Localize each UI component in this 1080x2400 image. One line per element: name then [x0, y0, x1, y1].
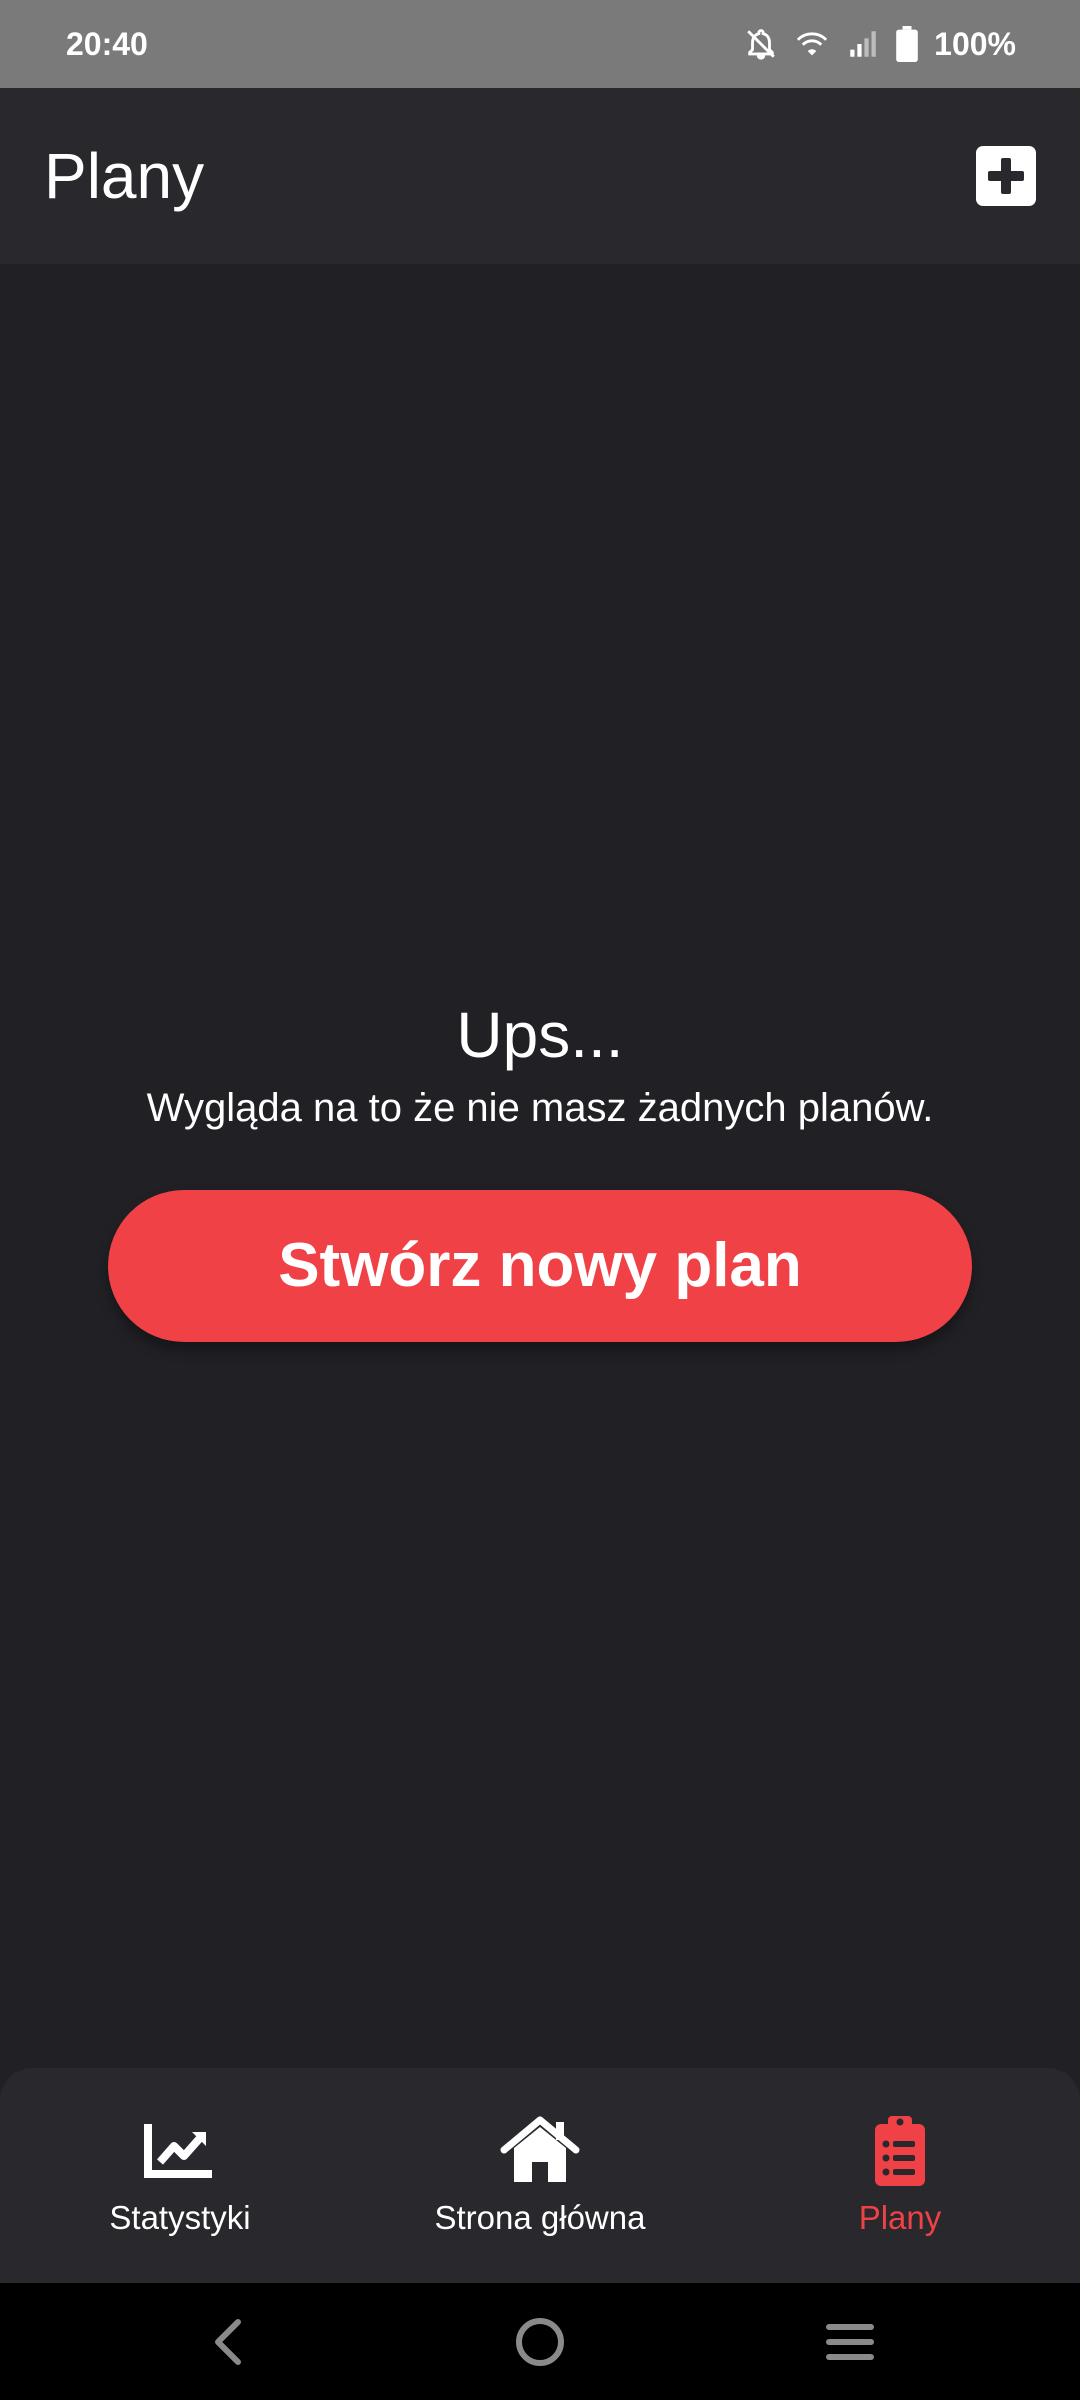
empty-state-message: Wygląda na to że nie masz żadnych planów… — [146, 1086, 934, 1130]
bell-off-icon — [744, 27, 778, 61]
system-back-button[interactable] — [168, 2283, 288, 2400]
bottom-nav: Statystyki Strona główna Plany — [0, 2068, 1080, 2283]
nav-label-statistics: Statystyki — [109, 2199, 251, 2236]
battery-percent: 100% — [934, 26, 1016, 62]
wifi-icon — [794, 27, 830, 61]
app-bar: Plany — [0, 88, 1080, 264]
home-icon — [500, 2116, 580, 2186]
nav-item-home[interactable]: Strona główna — [360, 2068, 720, 2283]
recents-icon — [826, 2323, 874, 2360]
battery-icon — [896, 26, 918, 62]
system-home-button[interactable] — [480, 2283, 600, 2400]
system-nav-bar — [0, 2283, 1080, 2400]
home-circle-icon — [516, 2317, 564, 2366]
nav-label-plans: Plany — [858, 2199, 942, 2236]
add-plan-button[interactable] — [976, 146, 1036, 206]
signal-icon — [846, 27, 880, 61]
status-time: 20:40 — [66, 26, 148, 62]
clipboard-list-icon — [860, 2116, 940, 2186]
chart-line-icon — [140, 2116, 220, 2186]
empty-state-title: Ups... — [456, 999, 624, 1071]
page-title: Plany — [44, 140, 205, 212]
create-plan-button[interactable]: Stwórz nowy plan — [108, 1190, 972, 1342]
status-bar: 20:40 100% — [0, 0, 1080, 88]
nav-item-plans[interactable]: Plany — [720, 2068, 1080, 2283]
empty-state: Ups... Wygląda na to że nie masz żadnych… — [0, 990, 1080, 1136]
system-recents-button[interactable] — [790, 2283, 910, 2400]
back-icon — [215, 2318, 241, 2365]
status-icons: 100% — [744, 0, 1016, 88]
nav-item-statistics[interactable]: Statystyki — [0, 2068, 360, 2283]
nav-label-home: Strona główna — [434, 2199, 646, 2236]
